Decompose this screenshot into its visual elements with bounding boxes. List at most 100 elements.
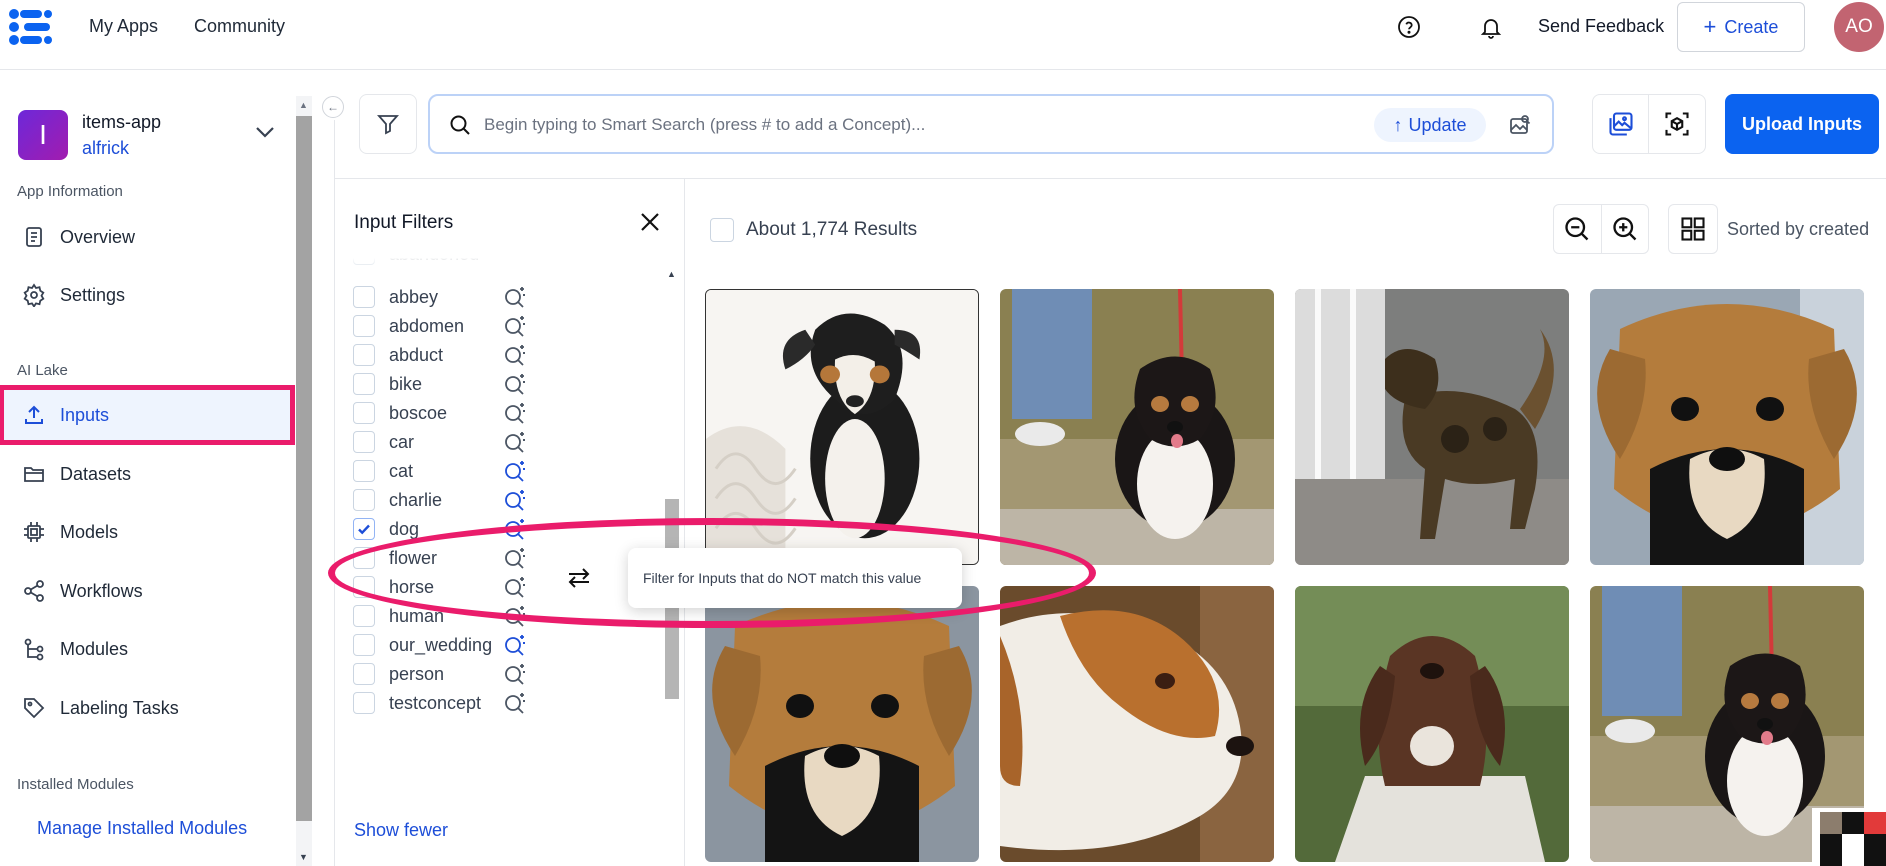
image-view-button[interactable] [1592, 94, 1650, 154]
sidebar-item-label: Modules [60, 638, 129, 659]
scroll-down-arrow-icon[interactable]: ▼ [299, 852, 308, 862]
concept-checkbox[interactable] [353, 634, 375, 656]
notification-bell-icon[interactable] [1476, 12, 1506, 42]
concept-checkbox[interactable] [353, 373, 375, 395]
filter-toggle-button[interactable] [359, 94, 417, 154]
grid-layout-icon[interactable] [1668, 204, 1718, 254]
image-search-icon[interactable] [1508, 113, 1532, 137]
scroll-up-arrow-icon[interactable]: ▲ [667, 269, 676, 279]
sidebar-scroll-thumb[interactable] [296, 116, 312, 821]
concept-search-magic-icon[interactable] [503, 633, 527, 662]
top-navigation-bar: My Apps Community Send Feedback + Create… [0, 0, 1886, 70]
concept-search-magic-icon[interactable] [503, 343, 527, 372]
create-button[interactable]: + Create [1677, 2, 1805, 52]
concept-checkbox[interactable] [353, 431, 375, 453]
concept-label: boscoe [389, 402, 448, 423]
concept-search-magic-icon[interactable] [503, 401, 527, 430]
chevron-down-icon[interactable] [254, 125, 276, 139]
show-fewer-link[interactable]: Show fewer [354, 820, 448, 841]
input-thumbnail[interactable] [1000, 289, 1274, 565]
images-icon [1609, 112, 1633, 136]
sidebar-item-overview[interactable]: Overview [4, 212, 290, 262]
sidebar-item-datasets[interactable]: Datasets [4, 449, 290, 499]
input-thumbnail[interactable] [705, 586, 979, 862]
concept-checkbox[interactable] [353, 402, 375, 424]
concept-checkbox[interactable] [353, 663, 375, 685]
update-button[interactable]: ↑ Update [1374, 108, 1486, 142]
smart-search-box[interactable]: ↑ Update [428, 94, 1554, 154]
input-thumbnail[interactable] [1295, 586, 1569, 862]
concept-search-magic-icon[interactable] [503, 691, 527, 720]
input-thumbnail[interactable] [1590, 289, 1864, 565]
section-ai-lake: AI Lake [17, 362, 68, 379]
concept-checkbox[interactable] [353, 605, 375, 627]
concept-label: human [389, 605, 445, 626]
arrow-left-icon: ← [327, 100, 339, 114]
user-avatar[interactable]: AO [1834, 2, 1884, 52]
concept-search-magic-icon[interactable] [503, 517, 527, 546]
smart-search-input[interactable] [484, 110, 1384, 140]
section-installed-modules: Installed Modules [17, 776, 134, 793]
zoom-controls [1553, 204, 1649, 254]
sidebar-item-settings[interactable]: Settings [4, 270, 290, 320]
concept-label: abdomen [389, 315, 465, 336]
zoom-out-icon[interactable] [1554, 205, 1601, 253]
chip-icon [24, 522, 44, 542]
app-name[interactable]: items-app [82, 112, 161, 133]
sort-label[interactable]: Sorted by created [1727, 219, 1869, 240]
concept-search-magic-icon[interactable] [503, 488, 527, 517]
input-thumbnail[interactable] [1295, 289, 1569, 565]
manage-installed-modules-link[interactable]: Manage Installed Modules [37, 818, 247, 839]
section-app-information: App Information [17, 183, 123, 200]
concept-checkbox[interactable] [353, 518, 375, 540]
send-feedback-link[interactable]: Send Feedback [1538, 16, 1664, 37]
concept-search-magic-icon[interactable] [503, 314, 527, 343]
select-all-checkbox[interactable] [710, 218, 734, 242]
object-view-button[interactable] [1648, 94, 1706, 154]
cube-scan-icon [1665, 112, 1689, 136]
clarifai-logo-icon[interactable] [6, 6, 54, 48]
concept-search-magic-icon[interactable] [503, 430, 527, 459]
close-icon[interactable] [639, 211, 661, 233]
concept-checkbox[interactable] [353, 576, 375, 598]
concept-search-magic-icon[interactable] [503, 604, 527, 633]
concept-checkbox[interactable] [353, 344, 375, 366]
concept-checkbox[interactable] [353, 489, 375, 511]
concept-label: abbey [389, 286, 439, 307]
upload-inputs-button[interactable]: Upload Inputs [1725, 94, 1879, 154]
plus-icon: + [1703, 14, 1717, 39]
concept-search-magic-icon[interactable] [503, 459, 527, 488]
input-thumbnail[interactable] [705, 289, 979, 565]
zoom-in-icon[interactable] [1600, 205, 1648, 253]
concept-checkbox[interactable] [353, 315, 375, 337]
concept-search-magic-icon[interactable] [503, 546, 527, 575]
sidebar-item-labeling-tasks[interactable]: Labeling Tasks [4, 683, 290, 733]
sidebar-item-models[interactable]: Models [4, 507, 290, 557]
concept-search-magic-icon[interactable] [503, 372, 527, 401]
concept-checkbox[interactable] [353, 547, 375, 569]
sidebar-item-label: Models [60, 521, 119, 542]
concept-label: car [389, 431, 415, 452]
concept-checkbox[interactable] [353, 286, 375, 308]
concept-search-magic-icon[interactable] [503, 575, 527, 604]
app-owner-link[interactable]: alfrick [82, 138, 129, 159]
concept-search-magic-icon[interactable] [503, 285, 527, 314]
input-thumbnail[interactable] [1000, 586, 1274, 862]
sidebar-item-label: Datasets [60, 463, 132, 484]
sidebar-item-modules[interactable]: Modules [4, 624, 290, 674]
collapse-sidebar-button[interactable]: ← [322, 96, 344, 118]
gear-icon [23, 283, 45, 307]
concept-checkbox[interactable] [353, 692, 375, 714]
sidebar-scrollbar[interactable]: ▲ ▼ [296, 96, 312, 866]
concept-search-magic-icon[interactable] [503, 662, 527, 691]
swap-arrows-icon[interactable] [566, 566, 592, 590]
nav-community[interactable]: Community [194, 16, 285, 37]
scroll-up-arrow-icon[interactable]: ▲ [299, 100, 308, 110]
nav-my-apps[interactable]: My Apps [89, 16, 158, 37]
sidebar-item-workflows[interactable]: Workflows [4, 566, 290, 616]
concept-checkbox[interactable] [353, 460, 375, 482]
sidebar-item-inputs[interactable]: Inputs [0, 385, 295, 445]
help-icon[interactable] [1394, 12, 1424, 42]
concept-label: abduct [389, 344, 444, 365]
negate-filter-tooltip: Filter for Inputs that do NOT match this… [628, 548, 962, 608]
